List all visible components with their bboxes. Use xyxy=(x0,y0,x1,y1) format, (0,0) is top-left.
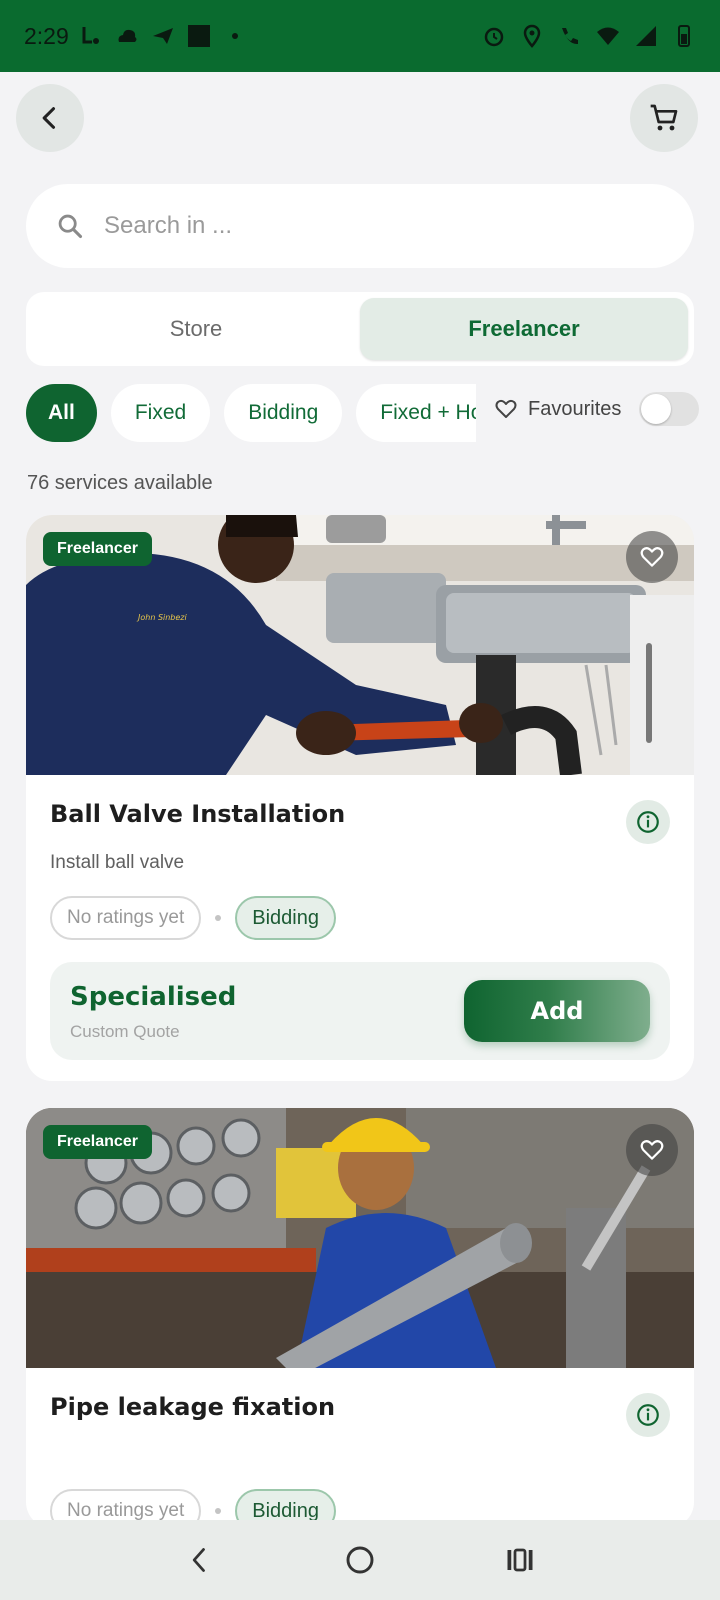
nav-home-icon xyxy=(346,1546,374,1574)
chip-fixed[interactable]: Fixed xyxy=(110,384,211,442)
toggle-knob xyxy=(641,394,672,424)
service-card[interactable]: Freelancer Pipe leakage fixation No rati… xyxy=(26,1108,694,1528)
service-description: Install ball valve xyxy=(50,852,185,873)
chip-bidding[interactable]: Bidding xyxy=(224,384,343,442)
system-nav-bar xyxy=(0,1520,720,1600)
service-title: Ball Valve Installation xyxy=(50,800,346,828)
info-icon xyxy=(637,1404,659,1426)
service-title: Pipe leakage fixation xyxy=(50,1393,336,1421)
service-image-worker-pipes: Freelancer xyxy=(26,1108,694,1368)
favourite-button[interactable] xyxy=(626,531,678,583)
separator-dot xyxy=(215,1508,222,1514)
info-button[interactable] xyxy=(626,1393,670,1437)
tab-freelancer[interactable]: Freelancer xyxy=(360,298,688,360)
store-freelancer-switch: Store Freelancer xyxy=(26,292,694,366)
signal-icon xyxy=(636,26,656,46)
service-tags: No ratings yet Bidding xyxy=(50,896,336,940)
status-right-icons xyxy=(482,24,696,48)
service-image-plumber-sink: John Sinbezi Freelancer xyxy=(26,515,694,775)
heart-outline-icon xyxy=(640,1140,664,1160)
svg-text:John Sinbezi: John Sinbezi xyxy=(136,613,188,622)
status-time: 2:29 xyxy=(24,22,69,49)
notification-icon xyxy=(82,27,99,44)
pricing-type-tag: Bidding xyxy=(235,896,336,940)
chip-all[interactable]: All xyxy=(26,384,97,442)
price-panel: Specialised Custom Quote Add xyxy=(50,962,670,1060)
wifi-icon xyxy=(597,27,619,45)
info-button[interactable] xyxy=(626,800,670,844)
nav-back-icon xyxy=(192,1548,205,1572)
cloud-icon xyxy=(118,29,137,42)
status-left-icons xyxy=(79,24,247,48)
nav-back-button[interactable] xyxy=(170,1530,230,1590)
tab-store[interactable]: Store xyxy=(32,298,360,360)
app-square-icon xyxy=(187,25,210,47)
price-label: Specialised xyxy=(70,982,237,1012)
search-bar[interactable] xyxy=(26,184,694,268)
favourites-filter[interactable]: Favourites xyxy=(494,392,700,426)
services-count: 76 services available xyxy=(27,472,213,494)
nav-home-button[interactable] xyxy=(330,1530,390,1590)
service-card[interactable]: John Sinbezi Freelancer Ball Valve Insta… xyxy=(26,515,694,1081)
location-icon xyxy=(523,24,541,48)
favourite-button[interactable] xyxy=(626,1124,678,1176)
alarm-icon xyxy=(484,27,504,47)
nav-recents-icon xyxy=(507,1548,533,1572)
info-icon xyxy=(637,811,659,833)
search-input[interactable] xyxy=(104,212,624,240)
battery-icon xyxy=(678,25,690,47)
rating-tag: No ratings yet xyxy=(50,896,202,940)
dot-icon xyxy=(231,33,238,39)
filter-chips: All Fixed Bidding Fixed + Hourly xyxy=(26,384,476,444)
favourites-toggle[interactable] xyxy=(639,392,700,426)
cart-icon xyxy=(650,104,678,131)
price-subtext: Custom Quote xyxy=(70,1022,180,1041)
back-button[interactable] xyxy=(16,84,84,152)
search-icon xyxy=(58,214,83,239)
favourites-label: Favourites xyxy=(528,397,622,420)
chevron-left-icon xyxy=(42,107,56,129)
heart-outline-icon xyxy=(495,399,517,418)
freelancer-badge: Freelancer xyxy=(43,532,152,566)
cart-button[interactable] xyxy=(630,84,698,152)
separator-dot xyxy=(215,915,222,921)
status-bar: 2:29 xyxy=(0,0,720,72)
add-button[interactable]: Add xyxy=(464,980,650,1042)
nav-recents-button[interactable] xyxy=(490,1530,550,1590)
heart-outline-icon xyxy=(640,547,664,567)
freelancer-badge: Freelancer xyxy=(43,1125,152,1159)
chip-fixed-hourly[interactable]: Fixed + Hourly xyxy=(356,384,476,442)
wifi-calling-icon xyxy=(562,28,578,45)
send-icon xyxy=(152,28,173,44)
